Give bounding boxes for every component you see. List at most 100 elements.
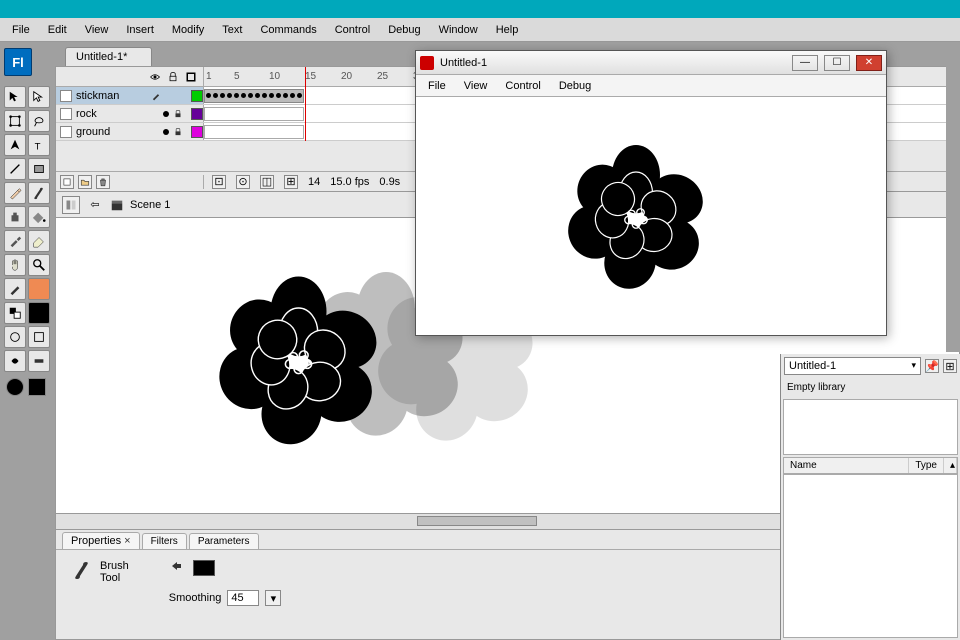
tab-parameters[interactable]: Parameters [189,533,259,549]
col-type[interactable]: Type [909,458,944,473]
new-folder-button[interactable] [78,175,92,189]
swf-player-window[interactable]: Untitled-1 — ☐ ✕ File View Control Debug [415,50,887,336]
new-library-icon[interactable]: ⊞ [943,359,957,373]
player-menu-control[interactable]: Control [497,78,548,94]
menu-view[interactable]: View [77,21,117,39]
text-tool[interactable]: T [28,134,50,156]
col-name[interactable]: Name [784,458,909,473]
player-menubar[interactable]: File View Control Debug [416,75,886,97]
library-columns[interactable]: Name Type ▴ [783,457,958,474]
app-logo-icon: Fl [4,48,32,76]
layer-color-swatch [191,108,203,120]
brush-shape-round[interactable] [6,378,24,396]
outline-icon[interactable] [185,71,197,83]
menu-text[interactable]: Text [214,21,250,39]
maximize-button[interactable]: ☐ [824,55,850,71]
menu-file[interactable]: File [4,21,38,39]
tab-filters[interactable]: Filters [142,533,187,549]
player-menu-file[interactable]: File [420,78,454,94]
tool-modifier-1[interactable] [4,326,26,348]
visibility-dot[interactable] [163,129,169,135]
player-menu-debug[interactable]: Debug [551,78,599,94]
library-panel: Untitled-1 📌 ⊞ Empty library Name Type ▴ [780,354,960,640]
library-list[interactable] [783,474,958,638]
delete-layer-button[interactable] [96,175,110,189]
layer-label: ground [76,126,159,138]
smoothing-input[interactable]: 45 [227,590,259,606]
scene-clapboard-icon [110,198,124,212]
smoothing-dropdown[interactable]: ▾ [265,590,281,606]
ink-bottle-tool[interactable] [4,206,26,228]
subselection-tool[interactable] [28,86,50,108]
tool-modifier-2[interactable] [28,326,50,348]
line-tool[interactable] [4,158,26,180]
stroke-color-swatch[interactable] [4,278,26,300]
menu-debug[interactable]: Debug [380,21,428,39]
layer-page-icon [60,90,72,102]
close-button[interactable]: ✕ [856,55,882,71]
free-transform-tool[interactable] [4,110,26,132]
menu-control[interactable]: Control [327,21,378,39]
menu-commands[interactable]: Commands [252,21,324,39]
menu-edit[interactable]: Edit [40,21,75,39]
onion-outline-button[interactable]: ◫ [260,175,274,189]
player-menu-view[interactable]: View [456,78,496,94]
menu-help[interactable]: Help [488,21,527,39]
menu-insert[interactable]: Insert [118,21,162,39]
layer-color-swatch [191,90,203,102]
library-document-select[interactable]: Untitled-1 [784,357,921,375]
fill-swap-icon[interactable] [169,560,185,576]
document-tab[interactable]: Untitled-1* [65,47,152,66]
pencil-tool[interactable] [4,182,26,204]
pencil-icon [151,91,161,101]
hand-tool[interactable] [4,254,26,276]
lasso-tool[interactable] [28,110,50,132]
col-sort-icon[interactable]: ▴ [944,458,957,473]
selection-tool[interactable] [4,86,26,108]
player-titlebar[interactable]: Untitled-1 — ☐ ✕ [416,51,886,75]
main-menubar[interactable]: File Edit View Insert Modify Text Comman… [0,18,960,42]
close-icon[interactable]: × [124,535,130,547]
lock-icon[interactable] [173,127,183,137]
menu-modify[interactable]: Modify [164,21,212,39]
rectangle-tool[interactable] [28,158,50,180]
edit-multiple-button[interactable]: ⊞ [284,175,298,189]
scene-nav-icon[interactable] [62,196,80,214]
paint-bucket-tool[interactable] [28,206,50,228]
tool-modifier-4[interactable] [28,350,50,372]
playhead[interactable] [305,67,306,141]
no-color-icon[interactable] [28,302,50,324]
menu-window[interactable]: Window [431,21,486,39]
flower-player [561,142,711,292]
fps: 15.0 fps [330,176,369,188]
collapsed-panel-strip[interactable] [946,42,960,352]
player-stage [416,97,886,335]
visibility-dot[interactable] [163,111,169,117]
layer-color-swatch [191,126,203,138]
onion-skin-button[interactable]: ⊙ [236,175,250,189]
player-title: Untitled-1 [440,57,487,69]
new-layer-button[interactable] [60,175,74,189]
lock-icon[interactable] [167,71,179,83]
brush-shape-square[interactable] [28,378,46,396]
eraser-tool[interactable] [28,230,50,252]
pen-tool[interactable] [4,134,26,156]
layer-page-icon [60,126,72,138]
eye-icon[interactable] [149,71,161,83]
flash-player-icon [420,56,434,70]
brush-tool[interactable] [28,182,50,204]
pin-icon[interactable]: 📌 [925,359,939,373]
eyedropper-tool[interactable] [4,230,26,252]
zoom-tool[interactable] [28,254,50,276]
tool-modifier-3[interactable] [4,350,26,372]
elapsed: 0.9s [379,176,400,188]
fill-swatch[interactable] [193,560,215,576]
minimize-button[interactable]: — [792,55,818,71]
black-white-swap[interactable] [4,302,26,324]
center-frame-button[interactable]: ⊡ [212,175,226,189]
lock-icon[interactable] [173,109,183,119]
fill-color-swatch[interactable] [28,278,50,300]
back-arrow-icon[interactable]: ⇦ [86,196,104,214]
layer-label: stickman [76,90,147,102]
tab-properties[interactable]: Properties× [62,532,140,549]
